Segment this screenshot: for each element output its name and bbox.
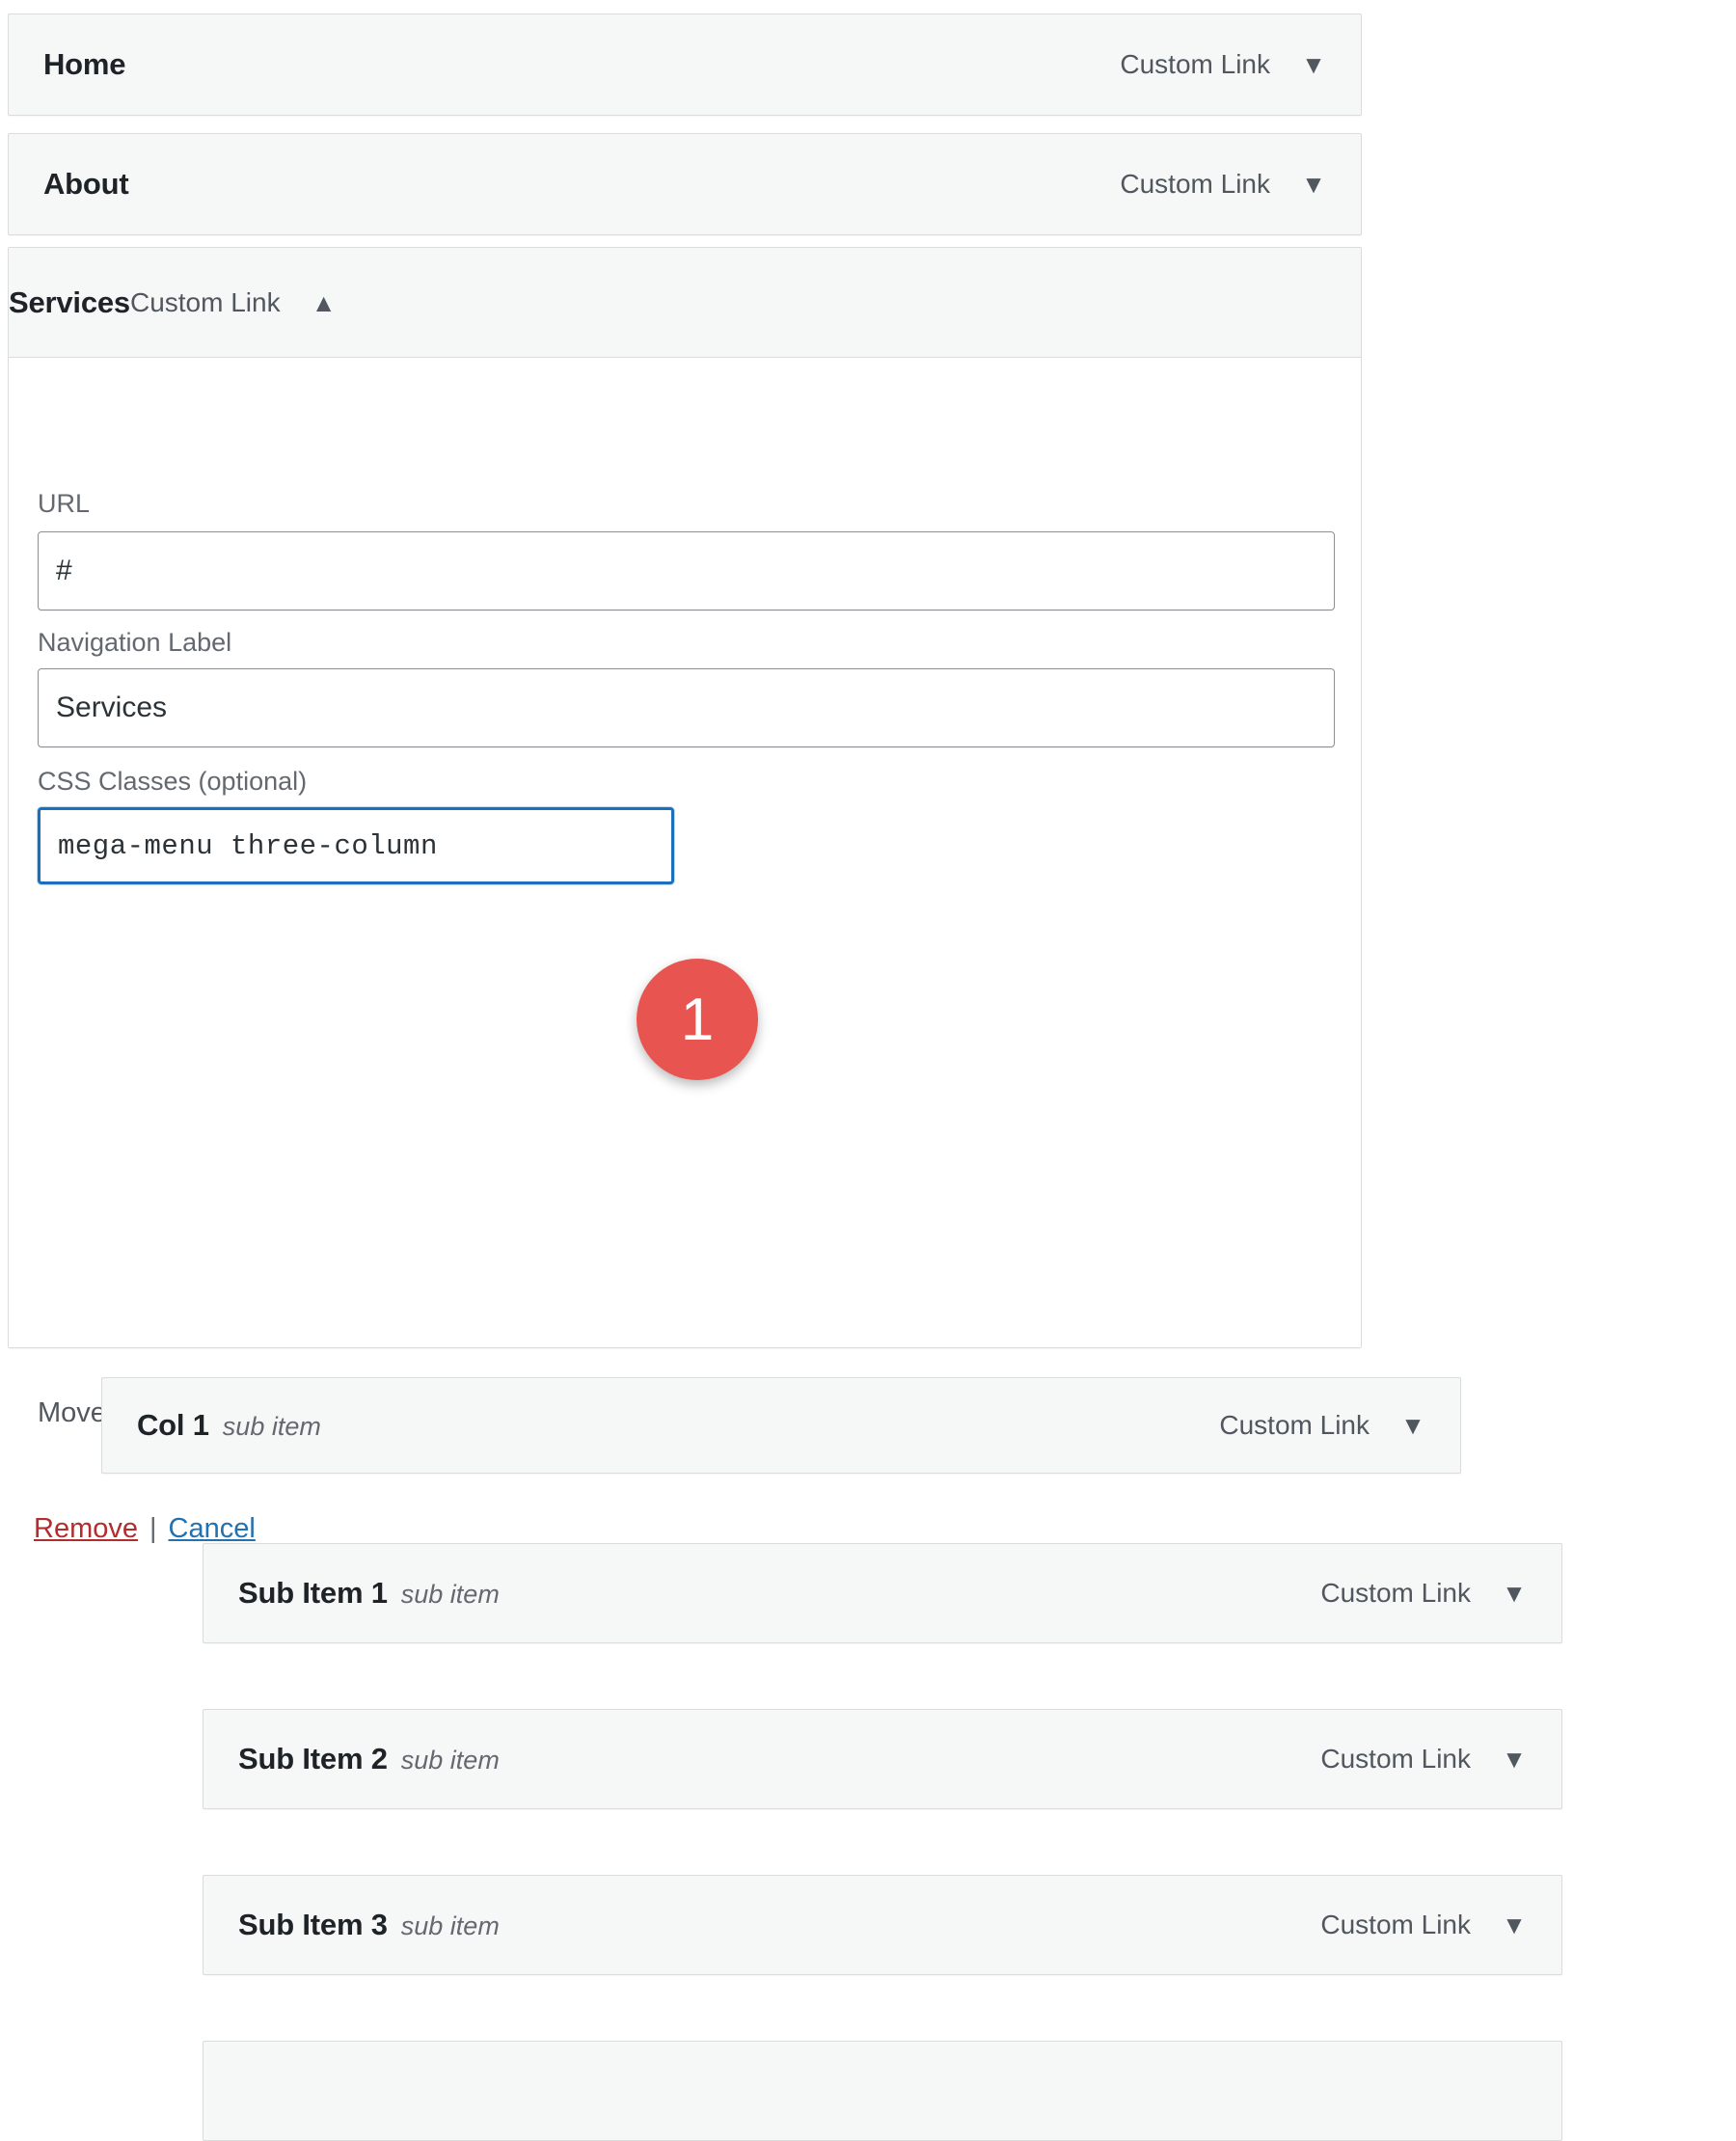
menu-item-title: Services — [9, 285, 130, 319]
menu-item-sub-item-2-right: Custom Link ▼ — [1320, 1744, 1561, 1775]
move-label: Move — [38, 1397, 106, 1429]
menu-item-col-1-left: Col 1 sub item — [102, 1408, 1219, 1443]
menu-item-row-sub-item-1[interactable]: Sub Item 1 sub item Custom Link ▼ — [203, 1543, 1562, 1643]
menu-item-settings-form: URL # Navigation Label Services CSS Clas… — [9, 358, 1361, 1347]
menu-item-subtitle: sub item — [223, 1412, 321, 1442]
menu-item-sub-item-3-left: Sub Item 3 sub item — [203, 1908, 1320, 1942]
menu-item-type-label: Custom Link — [1120, 169, 1270, 200]
menu-item-services-left: Services — [9, 285, 130, 320]
navigation-label-input[interactable]: Services — [38, 668, 1335, 747]
menu-item-services-right: Custom Link ▲ — [130, 287, 371, 318]
menu-item-type-label: Custom Link — [1320, 1578, 1471, 1609]
chevron-up-icon[interactable]: ▲ — [302, 290, 346, 315]
menu-item-type-label: Custom Link — [1320, 1910, 1471, 1940]
menu-item-actions-row: Remove | Cancel — [34, 1513, 256, 1545]
menu-item-type-label: Custom Link — [1219, 1410, 1370, 1441]
css-classes-field-label: CSS Classes (optional) — [38, 767, 307, 797]
chevron-down-icon[interactable]: ▼ — [1492, 1747, 1536, 1772]
url-input[interactable]: # — [38, 531, 1335, 610]
menu-item-subtitle: sub item — [401, 1580, 500, 1610]
chevron-down-icon[interactable]: ▼ — [1391, 1413, 1435, 1438]
callout-badge-1: 1 — [637, 959, 758, 1080]
menu-item-panel-services: Services Custom Link ▲ URL # Navigation … — [8, 247, 1362, 1348]
menu-item-title: Sub Item 1 — [238, 1576, 388, 1611]
menu-item-row-services[interactable]: Services Custom Link ▲ — [9, 248, 1361, 358]
menu-item-title: About — [43, 167, 129, 202]
menu-item-col-1-right: Custom Link ▼ — [1219, 1410, 1460, 1441]
menu-item-row-col-1[interactable]: Col 1 sub item Custom Link ▼ — [101, 1377, 1461, 1474]
menu-item-sub-item-2-left: Sub Item 2 sub item — [203, 1742, 1320, 1776]
menu-item-subtitle: sub item — [401, 1746, 500, 1775]
menu-item-sub-item-3-right: Custom Link ▼ — [1320, 1910, 1561, 1940]
menu-item-row-home[interactable]: Home Custom Link ▼ — [8, 14, 1362, 116]
menu-item-type-label: Custom Link — [130, 287, 281, 318]
menu-item-about-left: About — [9, 167, 1120, 202]
navigation-label-field-label: Navigation Label — [38, 628, 231, 658]
remove-link[interactable]: Remove — [34, 1513, 138, 1545]
menu-item-title: Col 1 — [137, 1408, 209, 1443]
chevron-down-icon[interactable]: ▼ — [1492, 1581, 1536, 1606]
menu-item-sub-item-1-right: Custom Link ▼ — [1320, 1578, 1561, 1609]
menu-item-row-sub-item-3[interactable]: Sub Item 3 sub item Custom Link ▼ — [203, 1875, 1562, 1975]
css-classes-input[interactable]: mega-menu three-column — [38, 807, 674, 884]
menu-item-sub-item-1-left: Sub Item 1 sub item — [203, 1576, 1320, 1611]
menu-item-row-sub-item-2[interactable]: Sub Item 2 sub item Custom Link ▼ — [203, 1709, 1562, 1809]
menu-item-row-partial[interactable] — [203, 2041, 1562, 2141]
menu-item-row-about[interactable]: About Custom Link ▼ — [8, 133, 1362, 235]
menu-item-subtitle: sub item — [401, 1911, 500, 1941]
chevron-down-icon[interactable]: ▼ — [1291, 172, 1336, 197]
cancel-link[interactable]: Cancel — [169, 1513, 256, 1545]
action-separator: | — [149, 1513, 157, 1545]
menu-item-home-left: Home — [9, 47, 1120, 82]
menu-item-title: Sub Item 2 — [238, 1742, 388, 1776]
url-field-label: URL — [38, 489, 90, 519]
menu-item-type-label: Custom Link — [1120, 49, 1270, 80]
menu-item-title: Sub Item 3 — [238, 1908, 388, 1942]
chevron-down-icon[interactable]: ▼ — [1492, 1912, 1536, 1938]
menu-item-home-right: Custom Link ▼ — [1120, 49, 1361, 80]
menu-item-title: Home — [43, 47, 125, 82]
menu-item-about-right: Custom Link ▼ — [1120, 169, 1361, 200]
menu-item-type-label: Custom Link — [1320, 1744, 1471, 1775]
chevron-down-icon[interactable]: ▼ — [1291, 52, 1336, 77]
